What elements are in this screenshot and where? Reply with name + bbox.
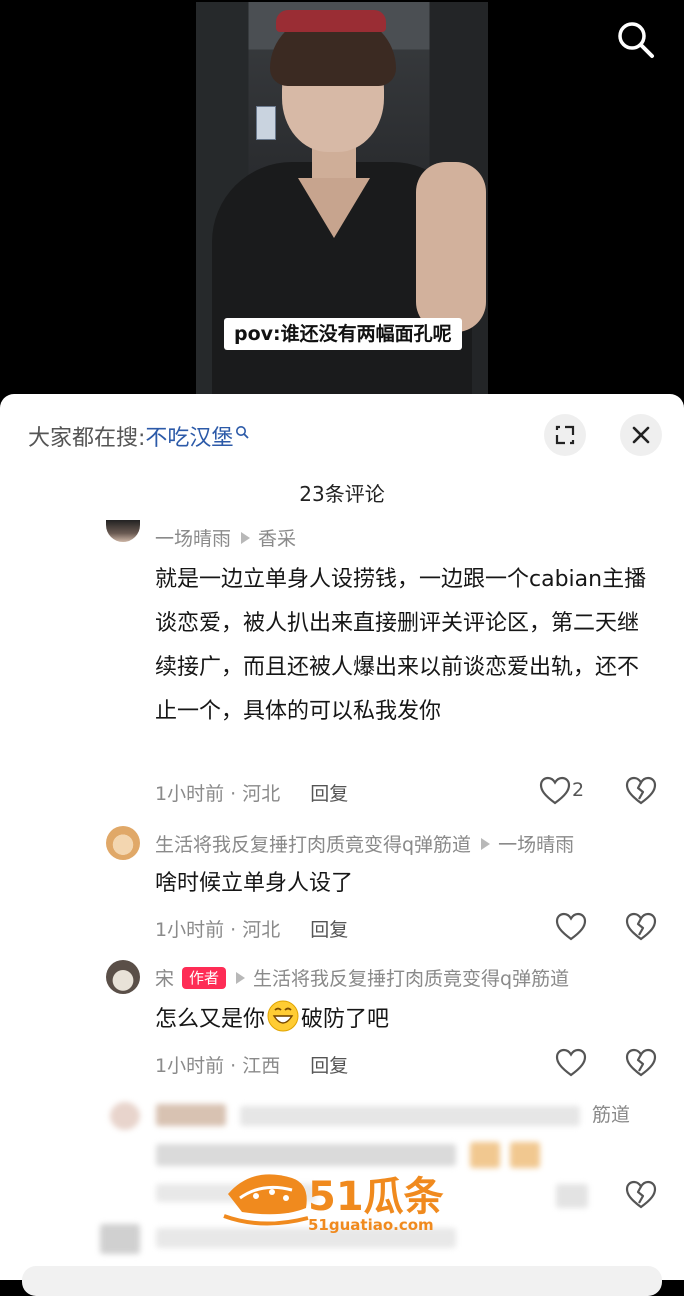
watermark-logo: 51瓜条 51guatiao.com bbox=[222, 1164, 462, 1240]
reply-to-username[interactable]: 香采 bbox=[258, 528, 296, 550]
comment-meta: 生活将我反复捶打肉质竟变得q弹筋道 一场晴雨 bbox=[155, 830, 574, 857]
comment-text: 就是一边立单身人设捞钱，一边跟一个cabian主播谈恋爱，被人扒出来直接删评关评… bbox=[155, 567, 647, 724]
grinning-emoji-icon bbox=[267, 1000, 299, 1048]
reply-arrow-icon bbox=[241, 532, 251, 544]
comment-item: 一场晴雨 香采 就是一边立单身人设捞钱，一边跟一个cabian主播谈恋爱，被人扒出… bbox=[0, 520, 684, 810]
video-area[interactable]: pov:谁还没有两幅面孔呢 bbox=[0, 0, 684, 400]
comment-input-bar[interactable] bbox=[22, 1266, 662, 1296]
comment-count: 23条评论 bbox=[299, 482, 385, 506]
comment-text: 怎么又是你 破防了吧 bbox=[155, 998, 655, 1048]
expand-icon[interactable] bbox=[544, 414, 586, 456]
reply-arrow-icon bbox=[481, 838, 491, 850]
broken-heart-icon[interactable] bbox=[624, 1046, 658, 1080]
broken-heart-icon[interactable] bbox=[624, 910, 658, 944]
search-icon[interactable] bbox=[614, 18, 656, 60]
search-suggestion[interactable]: 大家都在搜:不吃汉堡 bbox=[28, 420, 250, 452]
search-suggestion-keyword[interactable]: 不吃汉堡 bbox=[145, 426, 233, 451]
watermark-site: 51guatiao.com bbox=[308, 1216, 434, 1234]
like-count: 2 bbox=[572, 779, 585, 801]
avatar[interactable] bbox=[106, 826, 140, 860]
door-sign bbox=[256, 106, 276, 140]
comment-item: 宋作者 生活将我反复捶打肉质竟变得q弹筋道 怎么又是你 破防了吧 1小时前 · 江西… bbox=[0, 958, 684, 1088]
avatar[interactable] bbox=[106, 960, 140, 994]
reply-button[interactable]: 回复 bbox=[310, 783, 348, 805]
reply-arrow-icon bbox=[236, 972, 246, 984]
comment-text-after: 破防了吧 bbox=[301, 1007, 390, 1032]
comment-time-location: 1小时前 · 河北 bbox=[155, 783, 281, 805]
broken-heart-icon[interactable] bbox=[624, 1178, 658, 1212]
video-caption: pov:谁还没有两幅面孔呢 bbox=[224, 318, 462, 350]
comment-username[interactable]: 一场晴雨 bbox=[155, 528, 231, 550]
comment-footer: 1小时前 · 河北 回复 bbox=[155, 915, 348, 942]
comment-meta: 宋作者 生活将我反复捶打肉质竟变得q弹筋道 bbox=[155, 964, 569, 991]
reply-button[interactable]: 回复 bbox=[310, 1055, 348, 1077]
comment-time-location: 1小时前 · 江西 bbox=[155, 1055, 281, 1077]
comment-panel: 大家都在搜:不吃汉堡 23条评论 一场晴雨 香采 就是一边立单身人设捞钱，一边跟一… bbox=[0, 394, 684, 1280]
comment-text-before: 怎么又是你 bbox=[155, 1007, 266, 1032]
watermark-brand: 51瓜条 bbox=[308, 1174, 444, 1220]
comment-username[interactable]: 宋 bbox=[155, 968, 174, 990]
reply-button[interactable]: 回复 bbox=[310, 919, 348, 941]
heart-icon[interactable] bbox=[538, 774, 602, 808]
comment-footer: 1小时前 · 河北 回复 bbox=[155, 779, 348, 806]
comment-footer: 1小时前 · 江西 回复 bbox=[155, 1051, 348, 1078]
reply-to-username[interactable]: 一场晴雨 bbox=[498, 834, 574, 856]
avatar[interactable] bbox=[106, 520, 140, 542]
author-badge: 作者 bbox=[182, 967, 227, 989]
comment-item: 生活将我反复捶打肉质竟变得q弹筋道 一场晴雨 啥时候立单身人设了 1小时前 · 河… bbox=[0, 822, 684, 952]
blurred-fragment: 筋道 bbox=[592, 1104, 631, 1126]
close-icon[interactable] bbox=[620, 414, 662, 456]
comment-text: 啥时候立单身人设了 bbox=[155, 871, 354, 896]
comment-meta: 一场晴雨 香采 bbox=[155, 524, 296, 551]
heart-icon[interactable] bbox=[554, 910, 618, 944]
comment-username[interactable]: 生活将我反复捶打肉质竟变得q弹筋道 bbox=[155, 834, 471, 856]
reply-to-username[interactable]: 生活将我反复捶打肉质竟变得q弹筋道 bbox=[253, 968, 569, 990]
heart-icon[interactable] bbox=[554, 1046, 618, 1080]
small-search-icon bbox=[235, 420, 250, 445]
person-arm bbox=[416, 162, 486, 332]
person-cap bbox=[276, 10, 386, 32]
broken-heart-icon[interactable] bbox=[624, 774, 658, 808]
comment-time-location: 1小时前 · 河北 bbox=[155, 919, 281, 941]
search-suggestion-prefix: 大家都在搜: bbox=[28, 426, 146, 451]
